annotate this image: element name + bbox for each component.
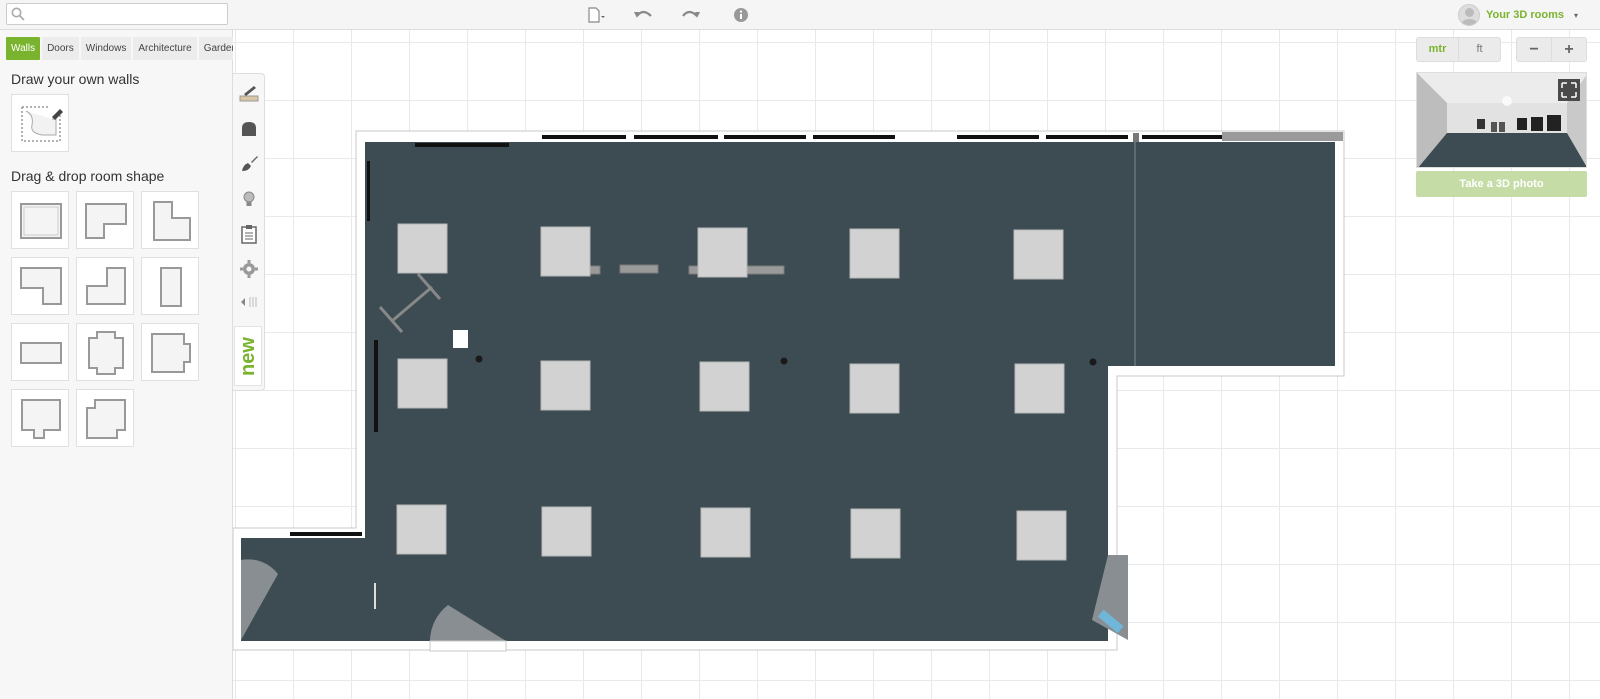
cross-shape-icon	[88, 331, 124, 375]
draw-walls-tool[interactable]	[11, 94, 69, 152]
avatar[interactable]	[1457, 4, 1480, 26]
l-bottom-shape-icon	[20, 267, 62, 305]
category-tabs: Walls Doors Windows Architecture Garden	[6, 37, 243, 60]
wide-rectangle-icon	[20, 342, 62, 364]
undo-button[interactable]	[632, 5, 654, 25]
zoom-in-button[interactable]: +	[1551, 38, 1586, 61]
l-step-shape-icon	[153, 201, 191, 241]
paint-icon	[242, 156, 258, 171]
room-shape-notch-corners[interactable]	[76, 389, 134, 447]
undo-icon	[634, 10, 652, 18]
square-shape-icon	[20, 203, 62, 239]
bay-shape-icon	[151, 333, 191, 373]
redo-button[interactable]	[680, 5, 702, 25]
take-3d-photo-button[interactable]: Take a 3D photo	[1416, 171, 1587, 197]
tab-architecture[interactable]: Architecture	[133, 37, 197, 60]
floor-plan-canvas[interactable]	[233, 30, 1600, 699]
unit-imperial-button[interactable]: ft	[1458, 38, 1500, 61]
tab-walls[interactable]: Walls	[6, 37, 41, 60]
zoom-controls: − +	[1516, 37, 1587, 62]
new-file-icon	[588, 7, 605, 23]
search-input[interactable]	[29, 6, 221, 22]
zoom-out-button[interactable]: −	[1517, 38, 1551, 61]
walls-tool-icon	[239, 86, 259, 102]
redo-icon	[682, 10, 700, 18]
search-box[interactable]	[6, 3, 228, 25]
wall-panel[interactable]	[453, 330, 468, 348]
room-shape-wide[interactable]	[11, 323, 69, 381]
room-shape-cross[interactable]	[76, 323, 134, 381]
room-shape-l-bottom[interactable]	[11, 257, 69, 315]
furniture-tool-button[interactable]	[237, 117, 261, 141]
notch-corners-shape-icon	[86, 399, 126, 439]
narrow-rectangle-icon	[160, 267, 182, 307]
room-shape-bay[interactable]	[141, 323, 199, 381]
tab-doors[interactable]: Doors	[42, 37, 79, 60]
top-bar: Your 3D rooms ▾	[0, 0, 1600, 30]
user-menu[interactable]: Your 3D rooms ▾	[1457, 3, 1578, 27]
room-shape-square[interactable]	[11, 191, 69, 249]
wall-strip-left[interactable]	[374, 340, 378, 432]
unit-toggle: mtr ft	[1416, 37, 1501, 62]
room-shape-l-step[interactable]	[141, 191, 199, 249]
wall-strip-top[interactable]	[415, 143, 509, 147]
room-shape-narrow[interactable]	[141, 257, 199, 315]
list-icon	[241, 225, 257, 244]
fullscreen-icon[interactable]	[1558, 79, 1580, 101]
user-menu-label[interactable]: Your 3D rooms	[1486, 9, 1564, 21]
new-file-button[interactable]	[586, 5, 608, 25]
tab-windows[interactable]: Windows	[80, 37, 132, 60]
chevron-down-icon[interactable]: ▾	[1574, 11, 1578, 20]
collapse-toolbar-button[interactable]	[237, 290, 261, 314]
settings-tool-button[interactable]	[237, 257, 261, 281]
room-shape-step[interactable]	[76, 257, 134, 315]
unit-metric-button[interactable]: mtr	[1417, 38, 1458, 61]
furniture-icon	[242, 122, 256, 136]
room-shapes-title: Drag & drop room shape	[11, 168, 165, 184]
walls-tool-button[interactable]	[237, 82, 261, 106]
new-items-tab[interactable]: new	[234, 326, 262, 386]
list-tool-button[interactable]	[237, 222, 261, 246]
draw-walls-icon	[21, 106, 63, 142]
search-icon	[11, 7, 25, 21]
room-shape-l-top[interactable]	[76, 191, 134, 249]
lighting-icon	[243, 191, 255, 206]
floor-plan[interactable]	[233, 30, 1600, 699]
notch-bottom-shape-icon	[21, 399, 61, 439]
lighting-tool-button[interactable]	[237, 187, 261, 211]
paint-tool-button[interactable]	[237, 152, 261, 176]
divider-post[interactable]	[374, 583, 376, 609]
left-panel: Walls Doors Windows Architecture Garden …	[0, 30, 243, 699]
gray-wall-segment[interactable]	[1222, 132, 1343, 141]
draw-walls-title: Draw your own walls	[11, 71, 140, 87]
info-icon	[734, 8, 748, 22]
room-shape-notch-bottom[interactable]	[11, 389, 69, 447]
info-button[interactable]	[730, 5, 752, 25]
new-label: new	[236, 336, 259, 376]
collapse-icon	[241, 297, 257, 307]
l-shape-icon	[85, 203, 127, 239]
step-shape-icon	[86, 267, 126, 305]
vertical-toolbar: new	[233, 73, 265, 391]
settings-icon	[240, 260, 258, 278]
window-bottom-left[interactable]	[290, 532, 362, 536]
wall-strip-left-top[interactable]	[367, 161, 370, 221]
3d-preview[interactable]	[1416, 72, 1587, 168]
